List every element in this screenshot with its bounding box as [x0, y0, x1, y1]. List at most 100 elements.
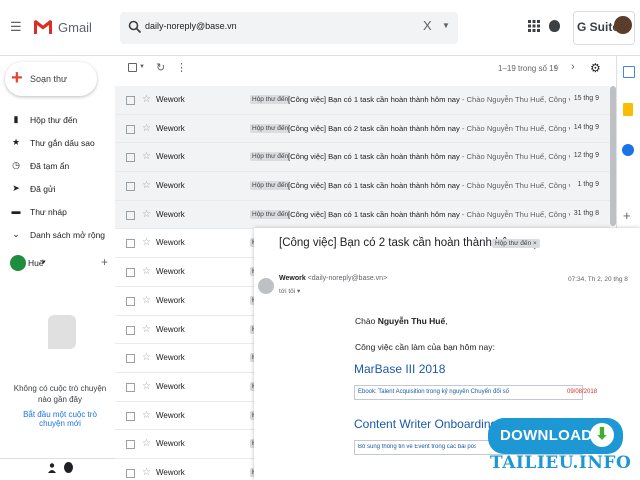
email-subject: [Công việc] Bạn có 2 task cần hoàn thành… — [288, 123, 460, 133]
email-sender: Wework — [156, 353, 185, 363]
tasks-icon[interactable] — [622, 144, 634, 156]
email-sender: Wework — [156, 181, 185, 191]
row-checkbox[interactable] — [126, 468, 135, 478]
email-date: 1 thg 9 — [577, 181, 599, 189]
sidebar-item-label: Đã tạm ẩn — [30, 161, 70, 171]
row-checkbox[interactable] — [126, 325, 135, 335]
gear-icon[interactable]: ⚙ — [590, 61, 601, 75]
row-checkbox[interactable] — [126, 354, 135, 364]
row-checkbox[interactable] — [126, 182, 135, 192]
email-row[interactable]: ☆ Wework Hộp thư đến [Công việc] Bạn có 1 t… — [115, 172, 610, 201]
email-snippet: - Chào Nguyễn Thu Huế, Công việc c... — [461, 209, 570, 219]
email-date: 12 thg 9 — [573, 152, 599, 160]
preview-recipient[interactable]: tới tôi ▾ — [279, 287, 300, 295]
no-chat-message: Không có cuộc trò chuyện nào gần đây — [13, 384, 107, 404]
row-checkbox[interactable] — [126, 124, 135, 134]
chevron-down-icon[interactable]: ▾ — [42, 258, 46, 266]
download-text: DOWNLOAD — [500, 427, 593, 444]
add-addon-icon[interactable]: + — [623, 208, 631, 223]
chevron-down-icon: ⌄ — [12, 229, 20, 239]
email-label-tag: Hộp thư đến — [250, 123, 291, 133]
gmail-logo-icon[interactable] — [33, 17, 53, 37]
search-input[interactable]: daily-noreply@base.vn — [145, 21, 237, 31]
compose-label: Soạn thư — [30, 74, 68, 84]
account-avatar[interactable] — [614, 16, 632, 34]
sidebar-item-starred[interactable]: ★ Thư gắn dấu sao — [0, 133, 115, 153]
notifications-icon[interactable] — [549, 20, 560, 32]
task-link[interactable]: Bổ sung thông tin về Event trong các bài… — [358, 444, 476, 450]
project-title[interactable]: Content Writer Onboarding — [354, 417, 497, 431]
row-checkbox[interactable] — [126, 153, 135, 163]
chat-user-avatar[interactable] — [10, 255, 26, 271]
select-options-icon[interactable]: ▼ — [139, 64, 145, 70]
row-checkbox[interactable] — [126, 96, 135, 105]
more-options-icon[interactable]: ⋮ — [176, 61, 187, 74]
person-icon[interactable] — [48, 463, 56, 473]
email-snippet: - Chào Nguyễn Thu Huế, Công việc c... — [461, 152, 570, 162]
sidebar-item-more[interactable]: ⌄ Danh sách mở rộng — [0, 225, 115, 245]
calendar-icon[interactable] — [623, 66, 635, 78]
email-sender: Wework — [156, 123, 185, 133]
select-all-checkbox[interactable] — [128, 63, 137, 72]
draft-icon: ▬ — [11, 206, 21, 216]
sidebar-item-snoozed[interactable]: ◷ Đã tạm ẩn — [0, 156, 115, 176]
email-row[interactable]: ☆ Wework Hộp thư đến [Công việc] Bạn có 1 t… — [115, 143, 610, 173]
star-icon[interactable]: ☆ — [142, 266, 151, 277]
star-icon: ★ — [11, 137, 21, 147]
clear-search-icon[interactable]: X — [423, 18, 432, 33]
sidebar-item-drafts[interactable]: ▬ Thư nháp — [0, 202, 115, 222]
email-row[interactable]: ☆ Wework Hộp thư đến [Công việc] Bạn có 1 t… — [115, 200, 610, 230]
email-row[interactable]: ☆ Wework Hộp thư đến [Công việc] Bạn có 2 t… — [115, 114, 610, 144]
star-icon[interactable]: ☆ — [142, 410, 151, 421]
project-title[interactable]: MarBase III 2018 — [354, 362, 445, 376]
star-icon[interactable]: ☆ — [142, 467, 151, 478]
task-link[interactable]: Ebook: Talent Acquisition trong kỷ nguyê… — [358, 389, 509, 395]
row-checkbox[interactable] — [126, 382, 135, 392]
star-icon[interactable]: ☆ — [142, 324, 151, 335]
hangouts-icon[interactable] — [64, 462, 73, 473]
watermark-site: TAILIEU.INFO — [490, 453, 632, 473]
prev-page-icon[interactable]: ‹ — [554, 61, 558, 73]
preview-date: 07:34, Th 2, 20 thg 8 — [568, 276, 628, 283]
start-chat-link[interactable]: Bắt đầu một cuộc trò chuyện mới — [10, 410, 110, 428]
star-icon[interactable]: ☆ — [142, 352, 151, 363]
star-icon[interactable]: ☆ — [142, 209, 151, 220]
star-icon[interactable]: ☆ — [142, 94, 151, 105]
email-row[interactable]: ☆ Wework Hộp thư đến [Công việc] Bạn có 1 t… — [115, 86, 610, 115]
star-icon[interactable]: ☆ — [142, 123, 151, 134]
star-icon[interactable]: ☆ — [142, 295, 151, 306]
preview-inbox-tag[interactable]: Hộp thư đến × — [492, 239, 540, 248]
star-icon[interactable]: ☆ — [142, 381, 151, 392]
email-sender: Wework — [156, 295, 185, 305]
next-page-icon[interactable]: › — [571, 61, 575, 73]
refresh-icon[interactable]: ↻ — [156, 61, 165, 74]
row-checkbox[interactable] — [126, 411, 135, 421]
star-icon[interactable]: ☆ — [142, 237, 151, 248]
row-checkbox[interactable] — [126, 239, 135, 249]
apps-grid-icon[interactable] — [528, 20, 540, 32]
search-options-icon[interactable]: ▼ — [442, 21, 450, 30]
email-date: 14 thg 9 — [573, 123, 599, 131]
sidebar-item-sent[interactable]: ➤ Đã gửi — [0, 179, 115, 199]
row-checkbox[interactable] — [126, 210, 135, 220]
sidebar-item-label: Danh sách mở rộng — [30, 230, 106, 240]
email-subject-line: [Công việc] Bạn có 2 task cần hoàn thành… — [288, 124, 570, 133]
email-subject: [Công việc] Bạn có 1 task cần hoàn thành… — [288, 152, 460, 162]
menu-icon[interactable]: ☰ — [10, 20, 24, 34]
star-icon[interactable]: ☆ — [142, 438, 151, 449]
app-name[interactable]: Gmail — [58, 20, 92, 35]
email-snippet: - Chào Nguyễn Thu Huế, Công việc c... — [461, 181, 570, 191]
star-icon[interactable]: ☆ — [142, 180, 151, 191]
compose-plus-icon: + — [11, 67, 23, 89]
star-icon[interactable]: ☆ — [142, 151, 151, 162]
email-sender: Wework — [156, 381, 185, 391]
row-checkbox[interactable] — [126, 296, 135, 306]
keep-icon[interactable] — [623, 103, 633, 116]
chat-bubble-icon — [48, 315, 76, 349]
row-checkbox[interactable] — [126, 268, 135, 278]
sidebar-item-inbox[interactable]: ▮ Hộp thư đến — [0, 110, 115, 130]
add-chat-icon[interactable]: + — [101, 255, 108, 269]
search-icon[interactable] — [128, 20, 142, 34]
sidebar-item-label: Đã gửi — [30, 184, 56, 194]
row-checkbox[interactable] — [126, 440, 135, 450]
